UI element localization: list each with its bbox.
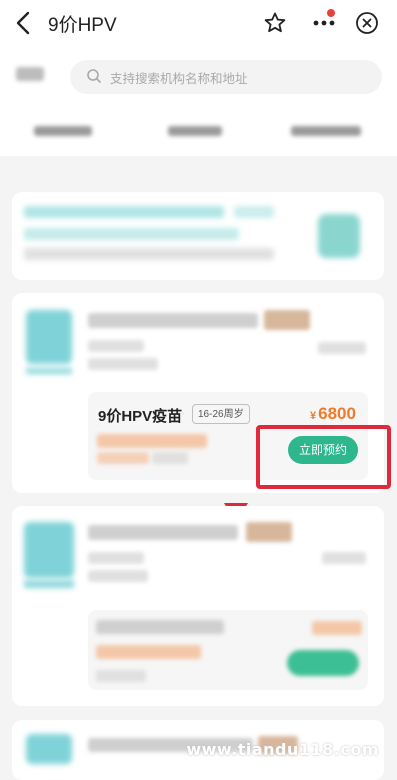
- hospital-logo: [26, 310, 72, 364]
- book-button-2[interactable]: [287, 650, 359, 676]
- close-circle-icon[interactable]: [355, 11, 379, 35]
- vaccine-tags-2: [97, 452, 149, 464]
- filter-tab-1[interactable]: [34, 126, 92, 136]
- hospital-logo-base: [26, 368, 72, 374]
- hospital-2-address: [88, 552, 144, 564]
- price-value: 6800: [318, 404, 356, 423]
- page-title: 9价HPV: [48, 15, 117, 36]
- hospital-2-name: [88, 522, 298, 544]
- vaccine-note: [152, 452, 188, 464]
- vaccine-2-note: [96, 670, 146, 682]
- vaccine-2-name: [96, 620, 224, 634]
- filter-tab-2[interactable]: [168, 126, 222, 136]
- search-placeholder: 支持搜索机构名称和地址: [110, 72, 248, 86]
- hospital-logo-2-base: [24, 580, 74, 588]
- notification-badge: [327, 9, 335, 17]
- hospital-logo-3: [26, 734, 72, 764]
- hospital-2-distance: [88, 570, 148, 582]
- city-selector[interactable]: [16, 67, 44, 81]
- hospital-meta: [318, 342, 366, 354]
- vaccine-name: 9价HPV疫苗: [98, 408, 183, 425]
- promo-text: [24, 204, 284, 262]
- age-tag: 16-26周岁: [192, 404, 250, 424]
- price: ¥6800: [310, 404, 356, 424]
- hospital-logo-2: [24, 522, 74, 578]
- vaccine-tags: [97, 434, 207, 448]
- hospital-address: [88, 340, 144, 352]
- watermark: www.tiandu118.com: [186, 740, 379, 759]
- currency-symbol: ¥: [310, 410, 317, 422]
- chevron-left-icon[interactable]: [12, 10, 36, 36]
- hospital-distance: [88, 358, 158, 370]
- promo-image: [318, 214, 360, 258]
- highlight-box: [256, 425, 391, 489]
- hospital-name: [88, 310, 314, 332]
- vaccine-2-price: [312, 621, 362, 635]
- vaccine-2-tags: [96, 645, 201, 659]
- hospital-2-meta: [322, 552, 366, 564]
- filter-tab-3[interactable]: [291, 126, 361, 136]
- search-icon: [87, 69, 101, 83]
- star-icon[interactable]: [263, 11, 287, 35]
